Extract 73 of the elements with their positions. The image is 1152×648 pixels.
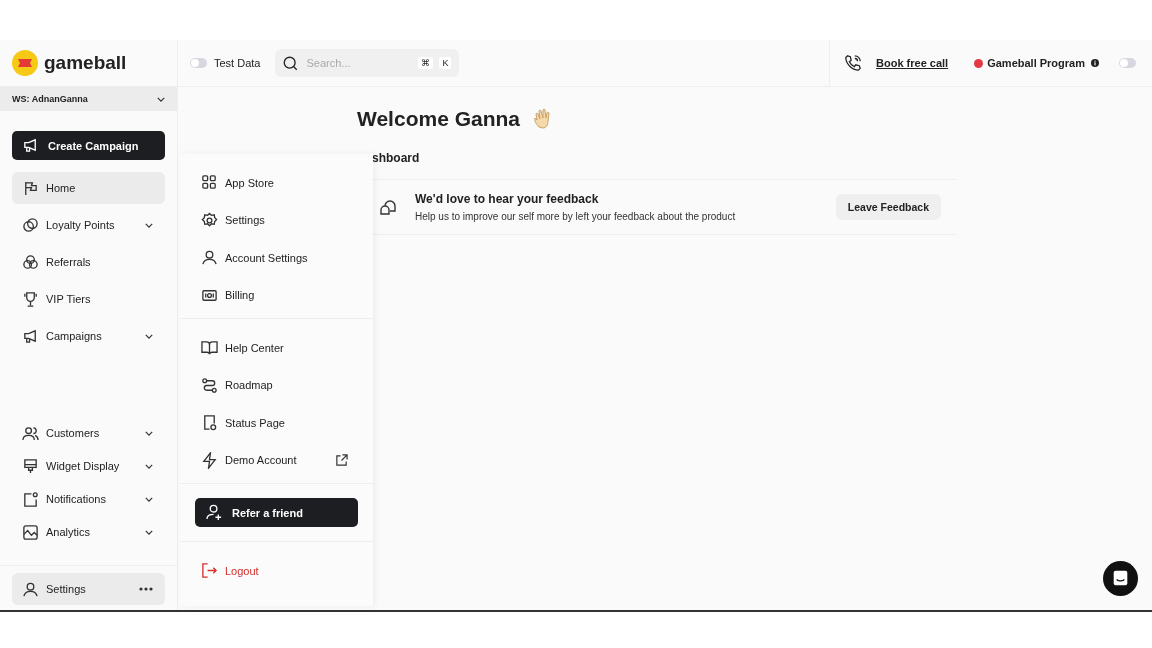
- nav-icon: [22, 253, 39, 271]
- nav-icon: [22, 216, 39, 234]
- nav-icon: [22, 523, 39, 541]
- feedback-description: Help us to improve our self more by left your feedback about the product: [415, 211, 737, 222]
- nav-item[interactable]: Home: [12, 172, 165, 204]
- nav-item[interactable]: Widget Display: [12, 450, 165, 482]
- nav-icon: [22, 290, 39, 308]
- refer-friend-button[interactable]: Refer a friend: [195, 498, 358, 527]
- search-icon: [283, 55, 299, 71]
- megaphone-icon: [22, 137, 39, 154]
- nav-item[interactable]: Analytics: [12, 516, 165, 548]
- search-field[interactable]: Search... ⌘ K: [275, 49, 460, 77]
- book-call-link[interactable]: Book free call: [876, 57, 949, 69]
- chevron-down-icon: [145, 430, 153, 436]
- menu-icon: [201, 211, 218, 229]
- logo-text: gameball: [44, 52, 127, 74]
- menu-item[interactable]: Status Page: [180, 404, 373, 442]
- menu-icon: [201, 174, 218, 192]
- nav-item[interactable]: Referrals: [12, 246, 165, 278]
- feedback-title: We'd love to hear your feedback: [415, 192, 600, 206]
- menu-item[interactable]: Roadmap: [180, 366, 373, 404]
- logout-item[interactable]: Logout: [180, 552, 373, 590]
- program-label: Gameball Program: [987, 57, 1085, 69]
- test-data-toggle[interactable]: [190, 58, 207, 68]
- chevron-down-icon: [145, 496, 153, 502]
- settings-item[interactable]: Settings: [12, 573, 165, 605]
- menu-icon: [201, 451, 218, 469]
- external-link-icon: [335, 453, 348, 467]
- chevron-down-icon: [145, 333, 153, 339]
- logo-icon: [12, 50, 38, 76]
- menu-item[interactable]: Settings: [180, 201, 373, 239]
- menu-item[interactable]: Help Center: [180, 329, 373, 367]
- person-icon: [22, 580, 39, 598]
- nav-item[interactable]: Customers: [12, 417, 165, 449]
- workspace-selector[interactable]: WS: AdnanGanna: [0, 87, 177, 111]
- chat-button[interactable]: [1103, 561, 1138, 596]
- nav-icon: [22, 457, 39, 475]
- add-person-icon: [206, 504, 223, 521]
- more-icon: [139, 587, 153, 591]
- test-data-label: Test Data: [214, 57, 261, 69]
- nav-icon: [22, 179, 39, 197]
- shortcut-key: ⌘: [418, 57, 434, 69]
- menu-item[interactable]: Demo Account: [180, 441, 373, 479]
- nav-item[interactable]: VIP Tiers: [12, 283, 165, 315]
- search-input[interactable]: Search...: [304, 56, 413, 70]
- chevron-down-icon: [157, 96, 165, 102]
- menu-item[interactable]: App Store: [180, 164, 373, 202]
- menu-icon: [201, 339, 218, 357]
- chat-bubbles-icon: [379, 198, 397, 216]
- menu-item[interactable]: Account Settings: [180, 239, 373, 277]
- nav-icon: [22, 424, 39, 442]
- menu-icon: [201, 249, 218, 267]
- leave-feedback-button[interactable]: Leave Feedback: [835, 194, 941, 220]
- info-icon: [1091, 59, 1099, 67]
- nav-item[interactable]: Campaigns: [12, 320, 165, 352]
- phone-icon: [844, 54, 863, 72]
- nav-icon: [22, 327, 39, 345]
- shortcut-key: K: [439, 57, 452, 69]
- status-dot: [974, 58, 984, 68]
- menu-icon: [201, 376, 218, 394]
- menu-icon: [201, 414, 218, 432]
- nav-item[interactable]: Notifications: [12, 483, 165, 515]
- create-campaign-button[interactable]: Create Campaign: [12, 131, 165, 160]
- section-heading: shboard: [372, 151, 421, 165]
- nav-item[interactable]: Loyalty Points: [12, 209, 165, 241]
- chevron-down-icon: [145, 463, 153, 469]
- welcome-title: Welcome Ganna: [357, 107, 520, 131]
- program-toggle[interactable]: [1119, 58, 1136, 68]
- menu-item[interactable]: Billing: [180, 276, 373, 314]
- nav-icon: [22, 490, 39, 508]
- logout-icon: [201, 562, 218, 580]
- chevron-down-icon: [145, 529, 153, 535]
- chevron-down-icon: [145, 222, 153, 228]
